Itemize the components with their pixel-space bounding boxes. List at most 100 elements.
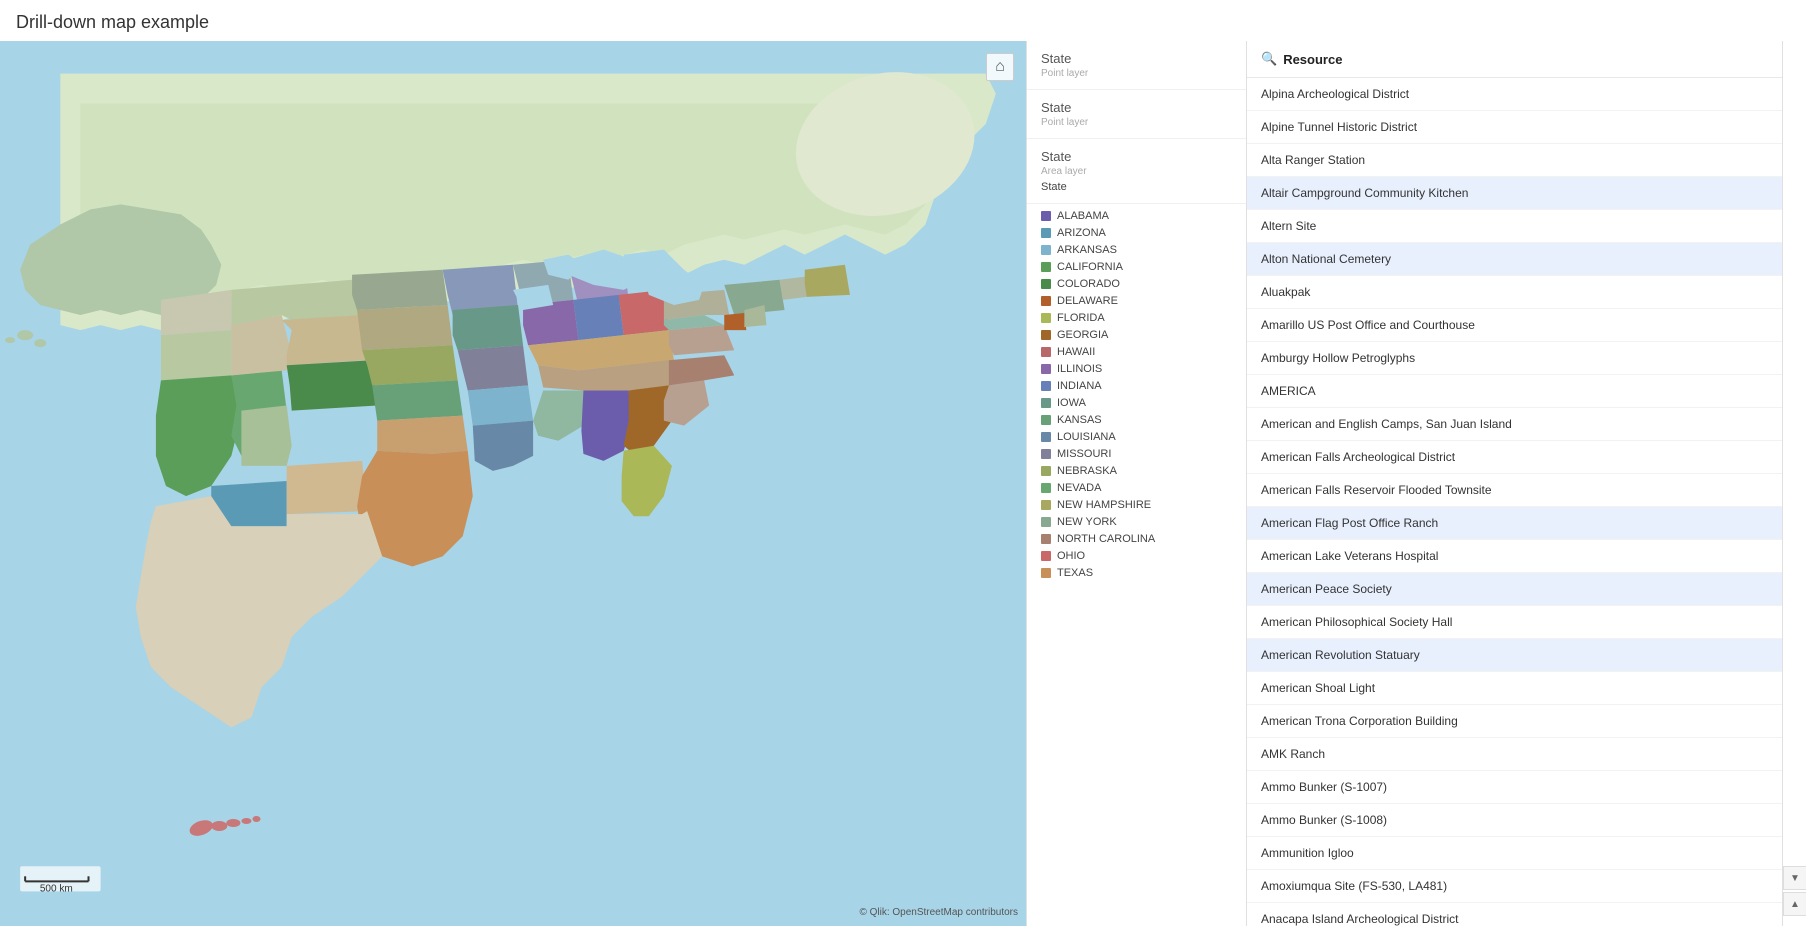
legend-state-name: COLORADO	[1057, 278, 1120, 290]
scroll-down-button[interactable]: ▼	[1783, 866, 1806, 890]
resource-list-item[interactable]: Alton National Cemetery	[1247, 243, 1782, 276]
resource-list-item[interactable]: American Falls Reservoir Flooded Townsit…	[1247, 474, 1782, 507]
legend-item[interactable]: IOWA	[1041, 397, 1232, 409]
search-icon: 🔍	[1261, 51, 1277, 67]
legend-color-swatch	[1041, 398, 1051, 408]
legend-state-name: ILLINOIS	[1057, 363, 1102, 375]
legend-state-name: MISSOURI	[1057, 448, 1111, 460]
legend-color-swatch	[1041, 330, 1051, 340]
legend-state-name: CALIFORNIA	[1057, 261, 1123, 273]
resource-list-item[interactable]: Alpina Archeological District	[1247, 78, 1782, 111]
legend-color-swatch	[1041, 313, 1051, 323]
legend-color-swatch	[1041, 432, 1051, 442]
resource-list-item[interactable]: Ammo Bunker (S-1007)	[1247, 771, 1782, 804]
legend-panel: State Point layer State Point layer Stat…	[1027, 41, 1247, 926]
legend-item[interactable]: KANSAS	[1041, 414, 1232, 426]
legend-item[interactable]: FLORIDA	[1041, 312, 1232, 324]
legend-color-swatch	[1041, 415, 1051, 425]
resource-list-item[interactable]: American Flag Post Office Ranch	[1247, 507, 1782, 540]
attribution-text: © Qlik: OpenStreetMap contributors	[859, 907, 1018, 918]
legend-section-point2: State Point layer	[1027, 90, 1246, 139]
legend-item[interactable]: ARIZONA	[1041, 227, 1232, 239]
legend-section-area: State Area layer State	[1027, 139, 1246, 204]
legend-item[interactable]: MISSOURI	[1041, 448, 1232, 460]
legend-item[interactable]: GEORGIA	[1041, 329, 1232, 341]
legend-color-swatch	[1041, 245, 1051, 255]
resource-list-item[interactable]: American and English Camps, San Juan Isl…	[1247, 408, 1782, 441]
main-content: 500 km ⌂ © Qlik: OpenStreetMap contribut…	[0, 41, 1806, 926]
resource-list-item[interactable]: Ammunition Igloo	[1247, 837, 1782, 870]
scroll-up-icon: ▲	[1790, 899, 1800, 910]
legend-color-swatch	[1041, 381, 1051, 391]
resource-list-item[interactable]: Amarillo US Post Office and Courthouse	[1247, 309, 1782, 342]
resource-list-item[interactable]: American Revolution Statuary	[1247, 639, 1782, 672]
legend-title-2: State	[1041, 100, 1232, 115]
legend-state-label: State	[1041, 181, 1232, 193]
legend-state-name: NEW YORK	[1057, 516, 1117, 528]
legend-state-name: NEBRASKA	[1057, 465, 1117, 477]
resource-list-item[interactable]: Aluakpak	[1247, 276, 1782, 309]
scroll-up-button[interactable]: ▲	[1783, 892, 1806, 916]
resource-list-item[interactable]: American Falls Archeological District	[1247, 441, 1782, 474]
legend-item[interactable]: ARKANSAS	[1041, 244, 1232, 256]
resource-list-item[interactable]: American Philosophical Society Hall	[1247, 606, 1782, 639]
legend-color-swatch	[1041, 262, 1051, 272]
legend-title-1: State	[1041, 51, 1232, 66]
legend-color-swatch	[1041, 534, 1051, 544]
legend-state-name: TEXAS	[1057, 567, 1093, 579]
legend-item[interactable]: ILLINOIS	[1041, 363, 1232, 375]
legend-item[interactable]: NORTH CAROLINA	[1041, 533, 1232, 545]
home-icon: ⌂	[995, 58, 1005, 76]
legend-state-name: NEVADA	[1057, 482, 1101, 494]
legend-state-name: ARKANSAS	[1057, 244, 1117, 256]
resource-list-item[interactable]: Ammo Bunker (S-1008)	[1247, 804, 1782, 837]
legend-color-swatch	[1041, 500, 1051, 510]
resource-header-label: Resource	[1283, 52, 1342, 67]
legend-item[interactable]: NEBRASKA	[1041, 465, 1232, 477]
legend-item[interactable]: DELAWARE	[1041, 295, 1232, 307]
resource-list-item[interactable]: AMERICA	[1247, 375, 1782, 408]
resource-list-item[interactable]: Altair Campground Community Kitchen	[1247, 177, 1782, 210]
legend-state-name: FLORIDA	[1057, 312, 1105, 324]
legend-item[interactable]: NEW YORK	[1041, 516, 1232, 528]
resource-list-item[interactable]: Amburgy Hollow Petroglyphs	[1247, 342, 1782, 375]
map-attribution: © Qlik: OpenStreetMap contributors	[859, 907, 1018, 918]
legend-item[interactable]: LOUISIANA	[1041, 431, 1232, 443]
legend-item[interactable]: TEXAS	[1041, 567, 1232, 579]
resource-list-item[interactable]: Alta Ranger Station	[1247, 144, 1782, 177]
legend-color-swatch	[1041, 347, 1051, 357]
legend-items: ALABAMA ARIZONA ARKANSAS CALIFORNIA COLORADO…	[1027, 204, 1246, 592]
legend-item[interactable]: ALABAMA	[1041, 210, 1232, 222]
svg-text:500 km: 500 km	[40, 883, 73, 894]
resource-list-item[interactable]: Amoxiumqua Site (FS-530, LA481)	[1247, 870, 1782, 903]
resource-list: Alpina Archeological DistrictAlpine Tunn…	[1247, 78, 1782, 926]
resource-panel[interactable]: 🔍 Resource Alpina Archeological District…	[1247, 41, 1782, 926]
legend-subtitle-1: Point layer	[1041, 68, 1232, 79]
legend-color-swatch	[1041, 517, 1051, 527]
map-area[interactable]: 500 km ⌂ © Qlik: OpenStreetMap contribut…	[0, 41, 1026, 926]
scroll-down-icon: ▼	[1790, 873, 1800, 884]
legend-color-swatch	[1041, 296, 1051, 306]
resource-list-item[interactable]: American Shoal Light	[1247, 672, 1782, 705]
resource-list-item[interactable]: American Lake Veterans Hospital	[1247, 540, 1782, 573]
legend-item[interactable]: NEW HAMPSHIRE	[1041, 499, 1232, 511]
legend-item[interactable]: NEVADA	[1041, 482, 1232, 494]
resource-list-item[interactable]: Anacapa Island Archeological District	[1247, 903, 1782, 926]
resource-list-item[interactable]: AMK Ranch	[1247, 738, 1782, 771]
resource-list-item[interactable]: Alpine Tunnel Historic District	[1247, 111, 1782, 144]
legend-item[interactable]: OHIO	[1041, 550, 1232, 562]
app-container: Drill-down map example	[0, 0, 1806, 926]
legend-item[interactable]: COLORADO	[1041, 278, 1232, 290]
resource-list-item[interactable]: American Peace Society	[1247, 573, 1782, 606]
legend-color-swatch	[1041, 211, 1051, 221]
legend-subtitle-2: Point layer	[1041, 117, 1232, 128]
resource-list-item[interactable]: American Trona Corporation Building	[1247, 705, 1782, 738]
legend-item[interactable]: HAWAII	[1041, 346, 1232, 358]
legend-state-name: GEORGIA	[1057, 329, 1108, 341]
resource-list-item[interactable]: Altern Site	[1247, 210, 1782, 243]
legend-item[interactable]: INDIANA	[1041, 380, 1232, 392]
legend-item[interactable]: CALIFORNIA	[1041, 261, 1232, 273]
home-button[interactable]: ⌂	[986, 53, 1014, 81]
legend-state-name: INDIANA	[1057, 380, 1102, 392]
legend-state-name: IOWA	[1057, 397, 1086, 409]
